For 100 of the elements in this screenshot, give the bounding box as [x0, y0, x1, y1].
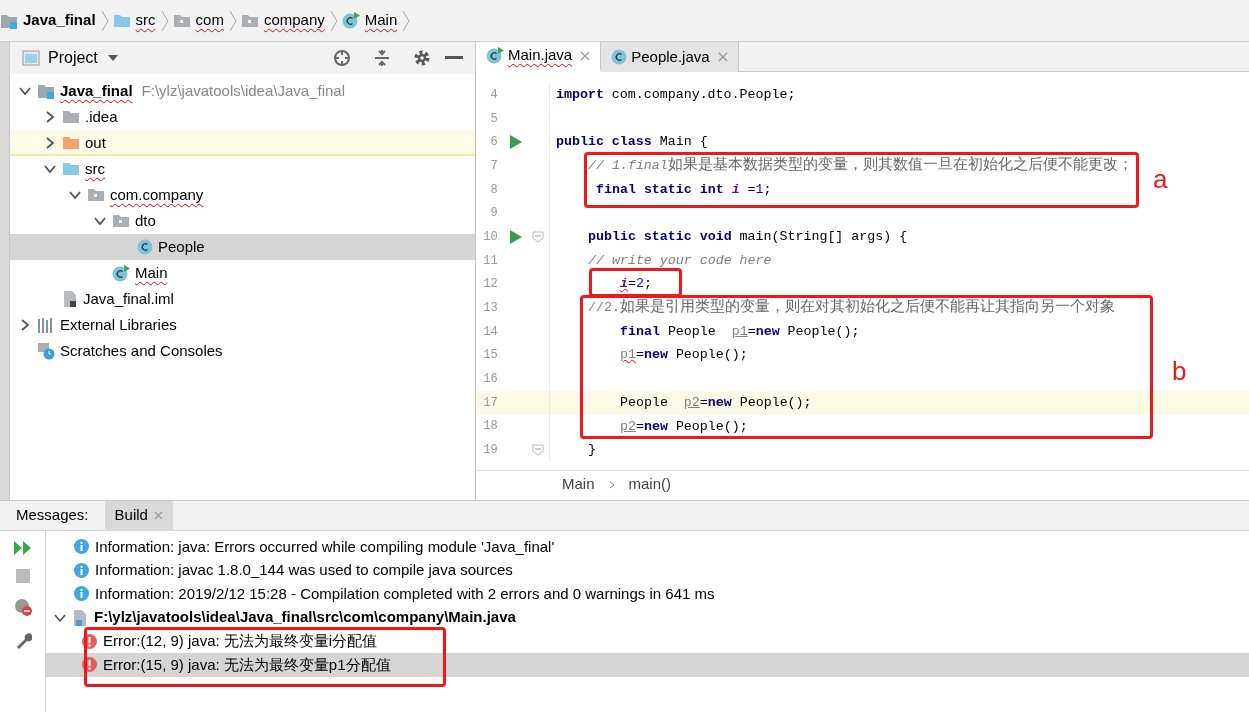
info-icon [74, 586, 89, 602]
chevron-icon [329, 8, 338, 33]
breadcrumb-link[interactable]: Main [364, 9, 398, 32]
tree-item[interactable]: Main [10, 260, 475, 286]
code-line: public class Main { [556, 133, 708, 152]
tree-item[interactable]: .idea [10, 104, 475, 130]
message-row[interactable]: F:\ylz\javatools\idea\Java_final\src\com\company\Main.java [46, 605, 1249, 630]
editor-tab[interactable]: People.java [601, 42, 739, 72]
code-line: //2.如果是引用类型的变量，则在对其初始化之后便不能再让其指向另一个对象 [588, 297, 1115, 318]
breadcrumb-link[interactable]: company [263, 9, 325, 32]
panel-title: Messages: [15, 505, 90, 526]
line-number: 5 [489, 110, 498, 128]
tree-item[interactable]: com.company [10, 182, 475, 208]
panel-title[interactable]: Project [48, 46, 98, 70]
tree-item[interactable]: Java_final.iml [10, 286, 475, 312]
code-line: final People p1=new People(); [620, 322, 860, 341]
code-line: p1=new People(); [620, 346, 748, 365]
chevron-icon [160, 8, 169, 33]
line-number: 19 [482, 442, 498, 460]
folder-icon [62, 136, 80, 150]
package-icon [112, 214, 130, 228]
code-line: } [588, 441, 596, 460]
annotation-label: a [1153, 166, 1168, 192]
tree-item[interactable]: External Libraries [10, 312, 475, 338]
close-icon [580, 50, 591, 61]
runnable-class-icon [486, 47, 504, 64]
dropdown-icon [107, 55, 118, 61]
rerun-icon [13, 541, 32, 555]
line-number: 18 [482, 418, 498, 436]
module-folder-icon [37, 83, 55, 99]
package-icon [87, 188, 105, 202]
message-row[interactable]: Information: javac 1.8.0_144 was used to compile java sources [46, 558, 1249, 583]
line-number: 7 [489, 157, 498, 175]
module-folder-icon [0, 12, 18, 29]
breadcrumb-link[interactable]: src [135, 9, 156, 32]
editor-tab[interactable]: Main.java [476, 42, 602, 72]
tree-item[interactable]: Scratches and Consoles [10, 338, 475, 364]
chevron-icon [608, 480, 615, 489]
line-number: 17 [482, 394, 498, 412]
info-icon [74, 539, 89, 555]
line-number: 13 [482, 300, 498, 318]
tree-item[interactable]: src [10, 156, 475, 182]
breadcrumb-link[interactable]: Java_final [23, 9, 96, 32]
java-file-icon [72, 608, 88, 627]
info-icon [74, 562, 89, 578]
code-line: i=2; [620, 275, 652, 294]
chevron-icon [402, 8, 411, 33]
line-number: 12 [482, 276, 498, 294]
panel-tab[interactable]: Build [104, 500, 173, 531]
libraries-icon [37, 317, 55, 333]
line-number: 6 [489, 134, 498, 152]
message-row[interactable]: Information: java: Errors occurred while compiling module 'Java_final' [46, 535, 1249, 559]
code-line: // write your code here [588, 251, 772, 270]
collapse-icon [373, 49, 391, 67]
runnable-class-icon [112, 264, 130, 282]
project-icon [22, 50, 40, 66]
class-icon [611, 49, 628, 65]
scratches-icon [37, 342, 55, 360]
line-number: 10 [482, 228, 498, 246]
settings-icon [413, 49, 431, 67]
line-number: 14 [482, 323, 498, 341]
line-number: 11 [482, 252, 498, 270]
folder-icon [112, 13, 131, 28]
message-row[interactable]: Error:(15, 9) java: 无法为最终变量p1分配值 [46, 652, 1249, 677]
line-number: 16 [482, 371, 498, 389]
tree-item[interactable]: Java_final F:\ylz\javatools\idea\Java_final [10, 78, 475, 104]
breadcrumb-link[interactable]: main() [628, 473, 672, 496]
line-number: 8 [489, 181, 498, 199]
code-line: p2=new People(); [620, 417, 748, 436]
message-row[interactable]: Error:(12, 9) java: 无法为最终变量i分配值 [46, 629, 1249, 653]
message-row[interactable]: Information: 2019/2/12 15:28 - Compilation completed with 2 errors and 0 warnings in 641 ms [46, 582, 1249, 606]
package-icon [172, 13, 191, 28]
locate-icon [333, 49, 351, 67]
package-icon [240, 13, 259, 28]
minimize-icon [445, 56, 463, 60]
close-icon [717, 52, 728, 62]
breadcrumb-link[interactable]: com [195, 9, 224, 32]
code-line: final static int i =1; [596, 180, 772, 199]
code-line: People p2=new People(); [620, 393, 812, 412]
warning-filter-icon [12, 597, 33, 617]
tree-item[interactable]: People [10, 234, 475, 260]
code-line: // 1.final如果是基本数据类型的变量，则其数值一旦在初始化之后便不能更改； [588, 155, 1133, 176]
folder-icon [62, 162, 80, 176]
chevron-icon [100, 8, 109, 33]
code-line: public static void main(String[] args) { [588, 228, 908, 246]
error-icon [82, 657, 97, 673]
tree-item[interactable]: dto [10, 208, 475, 234]
folder-icon [62, 110, 80, 124]
code-line: import com.company.dto.People; [556, 85, 796, 104]
error-icon [82, 633, 97, 649]
runnable-class-icon [341, 12, 360, 29]
breadcrumb-link[interactable]: Main [562, 473, 595, 496]
tree-item[interactable]: out [10, 130, 475, 156]
line-number: 4 [489, 86, 498, 104]
line-number: 15 [482, 347, 498, 365]
stop-icon [15, 569, 30, 583]
annotation-label: b [1172, 358, 1187, 384]
file-icon [62, 290, 78, 308]
chevron-icon [228, 8, 237, 33]
close-icon [153, 511, 163, 520]
